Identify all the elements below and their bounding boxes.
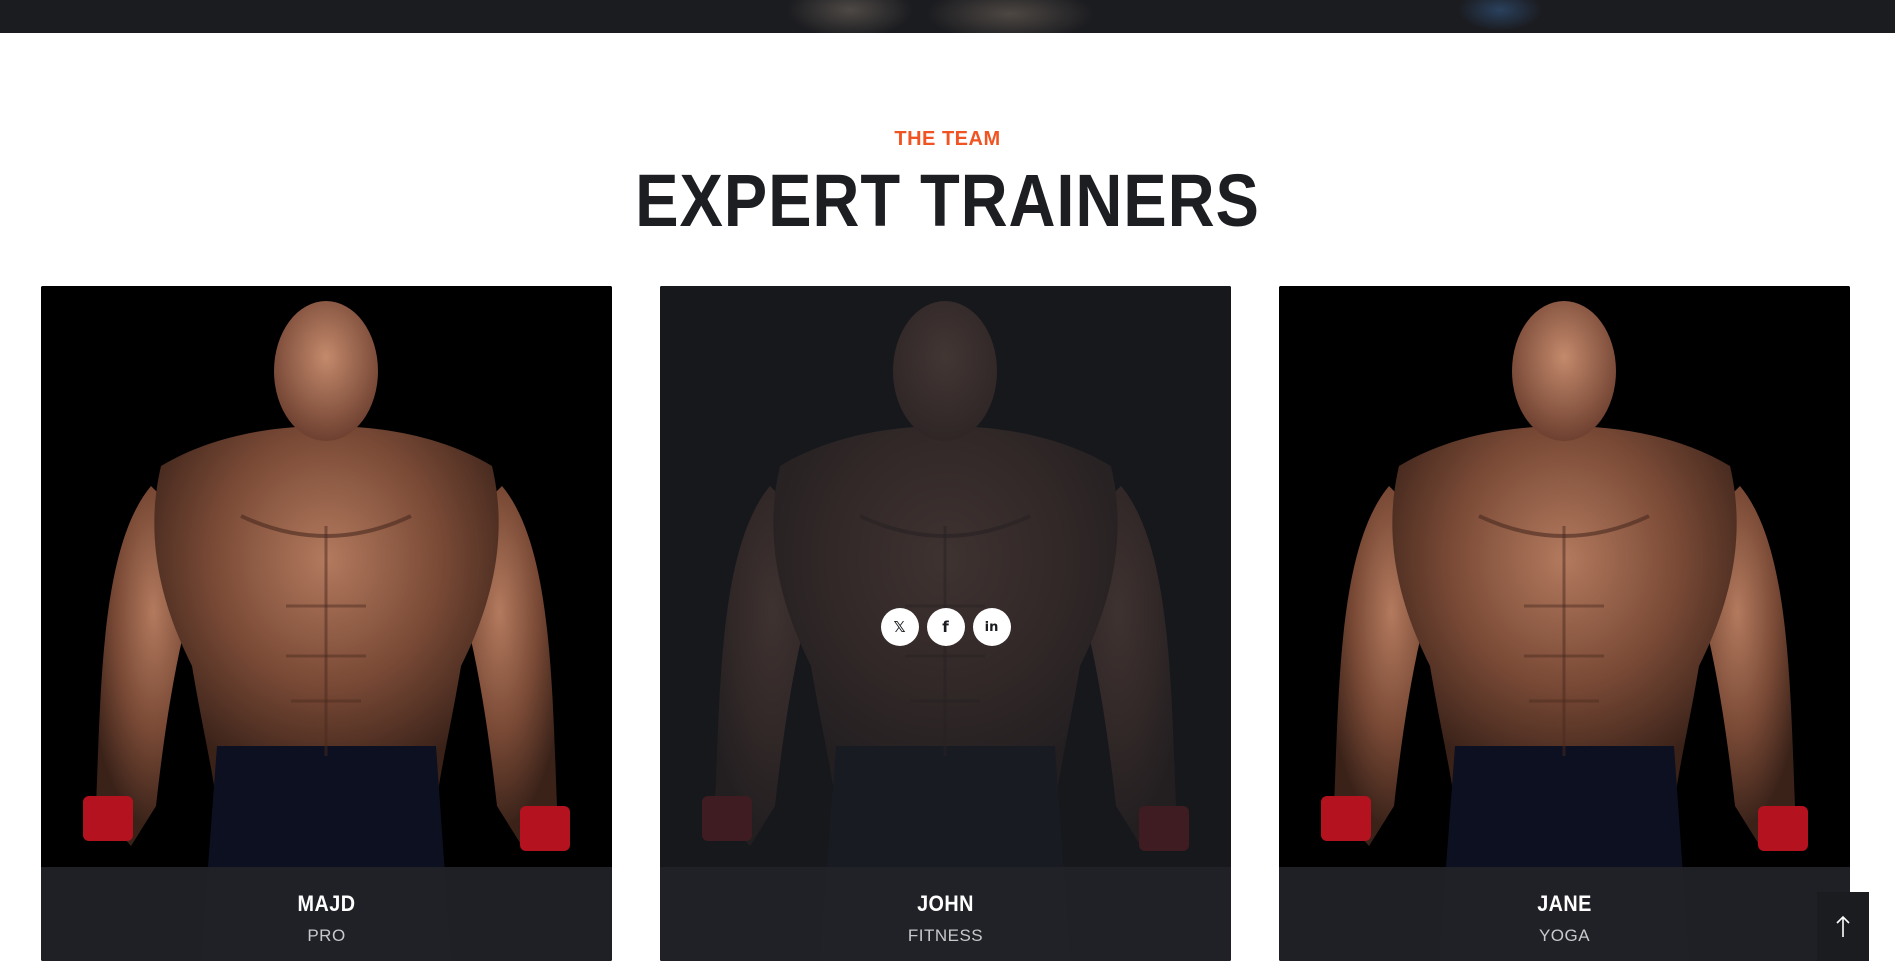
trainer-name: MAJD <box>297 891 356 916</box>
back-to-top-button[interactable] <box>1817 892 1869 961</box>
trainer-card-john[interactable]: 𝕏 f in JOHN FITNESS <box>660 286 1231 961</box>
linkedin-icon[interactable]: in <box>972 608 1011 646</box>
trainer-name: JOHN <box>917 891 974 916</box>
trainer-info: MAJD PRO <box>41 867 612 961</box>
trainer-name: JANE <box>1537 891 1592 916</box>
trainer-card-jane[interactable]: JANE YOGA <box>1279 286 1850 961</box>
trainer-photo <box>41 286 612 961</box>
section-kicker: THE TEAM <box>894 128 1001 150</box>
social-links: 𝕏 f in <box>660 608 1231 648</box>
facebook-icon[interactable]: f <box>926 608 965 646</box>
trainer-role: PRO <box>307 926 346 945</box>
trainer-info: JOHN FITNESS <box>660 867 1231 961</box>
arrow-up-icon <box>1836 915 1850 937</box>
top-banner-image <box>0 0 1895 33</box>
trainer-role: FITNESS <box>907 926 984 945</box>
section-title: EXPERT TRAINERS <box>635 159 1260 242</box>
trainer-role: YOGA <box>1538 926 1591 945</box>
twitter-icon[interactable]: 𝕏 <box>880 608 919 646</box>
trainer-info: JANE YOGA <box>1279 867 1850 961</box>
trainer-card-majd[interactable]: MAJD PRO <box>41 286 612 961</box>
trainer-photo <box>1279 286 1850 961</box>
